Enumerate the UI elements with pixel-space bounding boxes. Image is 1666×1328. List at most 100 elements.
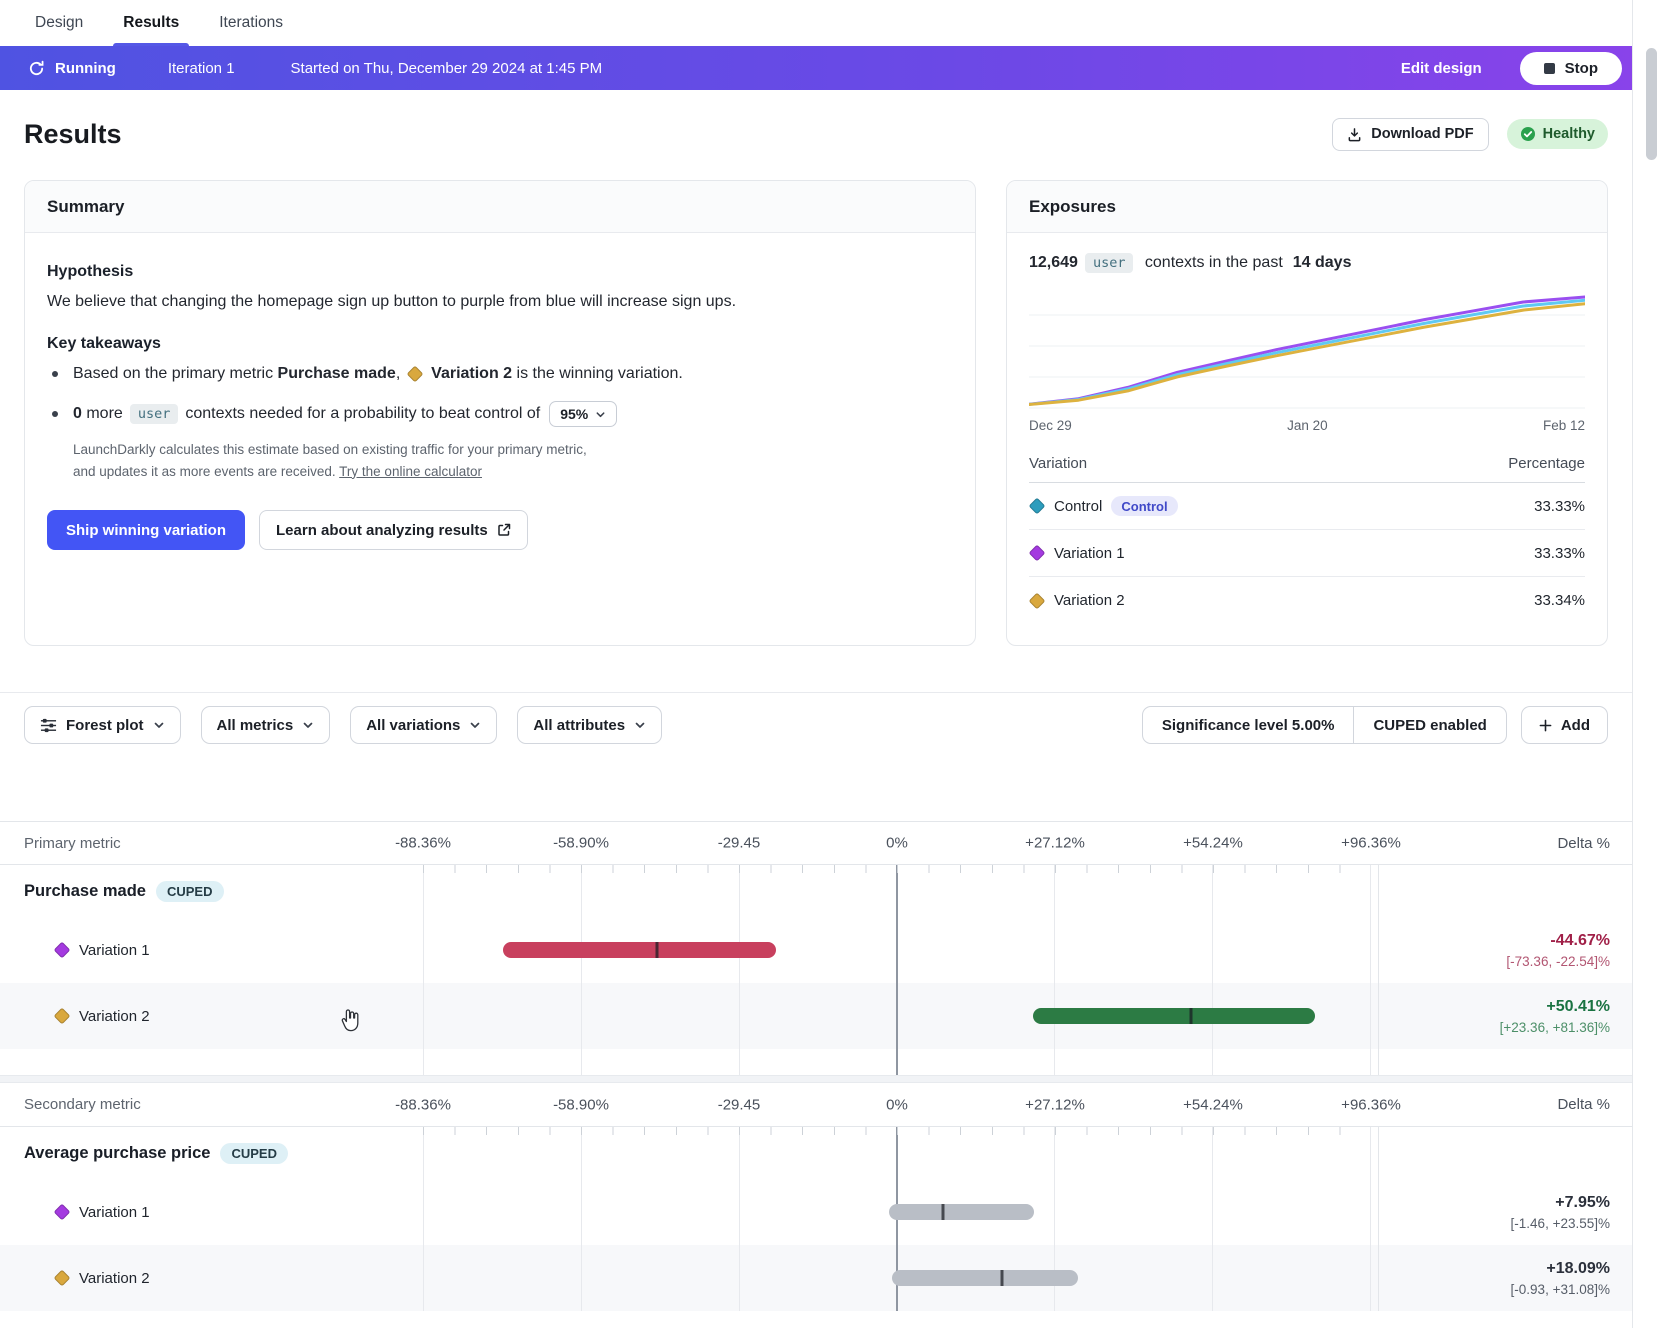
forest-row-price-variation-1[interactable]: Variation 1 +7.95% [-1.46, +23.55]% [0, 1179, 1632, 1245]
takeaways-heading: Key takeaways [47, 335, 953, 353]
metric-row-average-purchase-price[interactable]: Average purchase price CUPED [0, 1127, 1632, 1179]
probability-select[interactable]: 95% [549, 401, 617, 427]
x-label-mid: Jan 20 [1287, 418, 1328, 433]
takeaway1-comma: , [396, 365, 405, 383]
plot-cell [396, 1179, 1378, 1245]
fine-print-line1: LaunchDarkly calculates this estimate ba… [73, 442, 587, 457]
tab-iterations-label: Iterations [219, 14, 283, 32]
delta-cell: +50.41% [+23.36, +81.36]% [1378, 983, 1632, 1049]
delta-value: +50.41% [1546, 998, 1610, 1016]
variation-percentage: 33.33% [1534, 498, 1585, 515]
variation1-diamond-icon [54, 1204, 71, 1221]
plot-gridlines [423, 983, 1371, 1049]
delta-header-cell: Delta % [1378, 1083, 1632, 1126]
tab-results[interactable]: Results [123, 0, 179, 46]
health-status-badge[interactable]: Healthy [1507, 119, 1608, 149]
significance-level-button[interactable]: Significance level 5.00% [1143, 707, 1354, 743]
forest-plot-icon [40, 717, 57, 734]
variation1-diamond-icon [54, 942, 71, 959]
banner-actions: Edit design Stop [1401, 52, 1632, 85]
takeaway2-text: contexts needed for a probability to bea… [185, 405, 540, 423]
summary-actions: Ship winning variation Learn about analy… [47, 510, 953, 550]
exposures-table-header: Variation Percentage [1029, 449, 1585, 483]
takeaway-item-2: 0 more user contexts needed for a probab… [47, 401, 953, 427]
cuped-badge: CUPED [156, 881, 224, 902]
chevron-down-icon [302, 719, 314, 731]
cuped-enabled-button[interactable]: CUPED enabled [1353, 707, 1505, 743]
tab-iterations[interactable]: Iterations [219, 0, 283, 46]
delta-cell: -44.67% [-73.36, -22.54]% [1378, 917, 1632, 983]
chevron-down-icon [634, 719, 646, 731]
plot-cell [396, 917, 1378, 983]
delta-value: -44.67% [1550, 932, 1610, 950]
variation-name: Variation 2 [79, 1270, 150, 1287]
chevron-down-icon [469, 719, 481, 731]
plot-gridlines [423, 1245, 1371, 1311]
variation2-diamond-icon [54, 1270, 71, 1287]
axis-tick: -29.45 [718, 835, 761, 852]
edit-design-button[interactable]: Edit design [1401, 60, 1482, 77]
section-divider [0, 692, 1632, 693]
summary-card-header: Summary [25, 181, 975, 233]
settings-segmented-control: Significance level 5.00% CUPED enabled [1142, 706, 1507, 744]
metric-row-purchase-made[interactable]: Purchase made CUPED [0, 865, 1632, 917]
variation-name: Variation 1 [79, 942, 150, 959]
banner-status: Running [55, 60, 116, 77]
forest-row-purchase-variation-2[interactable]: Variation 2 +50.41% [+23.36, +81.36]% [0, 983, 1632, 1049]
metric-name-cell: Purchase made CUPED [0, 865, 396, 917]
delta-cell: +7.95% [-1.46, +23.55]% [1378, 1179, 1632, 1245]
table-row-variation-1[interactable]: Variation 1 33.33% [1029, 530, 1585, 577]
metric-kind-cell: Primary metric [0, 822, 396, 864]
confidence-interval-bar[interactable] [503, 942, 776, 958]
exposures-card-header: Exposures [1007, 181, 1607, 233]
download-pdf-button[interactable]: Download PDF [1332, 118, 1488, 151]
exposures-line-chart[interactable] [1029, 287, 1585, 411]
tab-design-label: Design [35, 14, 83, 32]
confidence-interval-bar[interactable] [1033, 1008, 1315, 1024]
stop-button[interactable]: Stop [1520, 52, 1622, 85]
view-type-dropdown[interactable]: Forest plot [24, 706, 181, 744]
metric-name: Purchase made [24, 882, 146, 901]
confidence-interval-bar[interactable] [892, 1270, 1078, 1286]
hypothesis-heading: Hypothesis [47, 263, 953, 281]
x-label-start: Dec 29 [1029, 418, 1072, 433]
confidence-interval-text: [-73.36, -22.54]% [1506, 954, 1610, 969]
forest-row-purchase-variation-1[interactable]: Variation 1 -44.67% [-73.36, -22.54]% [0, 917, 1632, 983]
delta-header-label: Delta % [1557, 835, 1610, 852]
delta-header-label: Delta % [1557, 1096, 1610, 1113]
metric-kind-cell: Secondary metric [0, 1083, 396, 1126]
axis-tick: -58.90% [553, 835, 609, 852]
ship-winning-variation-button[interactable]: Ship winning variation [47, 510, 245, 550]
attributes-filter-dropdown[interactable]: All attributes [517, 706, 662, 744]
running-banner: Running Iteration 1 Started on Thu, Dece… [0, 46, 1632, 90]
axis-scale: -88.36% -58.90% -29.45 0% +27.12% +54.24… [423, 1083, 1371, 1126]
axis-tick: -88.36% [395, 835, 451, 852]
variation-label-cell: Variation 2 [0, 1245, 396, 1311]
control-badge: Control [1111, 496, 1177, 516]
add-metric-button[interactable]: Add [1521, 706, 1608, 744]
learn-about-results-button[interactable]: Learn about analyzing results [259, 510, 528, 550]
refresh-icon [28, 60, 45, 77]
plot-cell [396, 865, 1378, 917]
variation-name: Variation 2 [79, 1008, 150, 1025]
page-header: Results Download PDF Healthy [24, 116, 1608, 152]
exposure-duration: 14 days [1293, 254, 1352, 272]
fine-print-line2: and updates it as more events are receiv… [73, 464, 339, 479]
delta-value: +18.09% [1546, 1260, 1610, 1278]
table-row-control[interactable]: Control Control 33.33% [1029, 483, 1585, 530]
confidence-interval-text: [-0.93, +31.08]% [1511, 1282, 1610, 1297]
summary-card: Summary Hypothesis We believe that chang… [24, 180, 976, 646]
add-metric-label: Add [1561, 717, 1590, 734]
variations-filter-dropdown[interactable]: All variations [350, 706, 497, 744]
scrollbar-track[interactable] [1632, 0, 1666, 1328]
forest-row-price-variation-2[interactable]: Variation 2 +18.09% [-0.93, +31.08]% [0, 1245, 1632, 1311]
axis-tick: -88.36% [395, 1096, 451, 1113]
tab-design[interactable]: Design [35, 0, 83, 46]
metrics-filter-dropdown[interactable]: All metrics [201, 706, 331, 744]
metric-name: Average purchase price [24, 1144, 210, 1163]
table-row-variation-2[interactable]: Variation 2 33.34% [1029, 577, 1585, 624]
online-calculator-link[interactable]: Try the online calculator [339, 464, 482, 479]
confidence-interval-bar[interactable] [889, 1204, 1034, 1220]
scrollbar-thumb[interactable] [1646, 48, 1657, 160]
plot-cell [396, 1245, 1378, 1311]
